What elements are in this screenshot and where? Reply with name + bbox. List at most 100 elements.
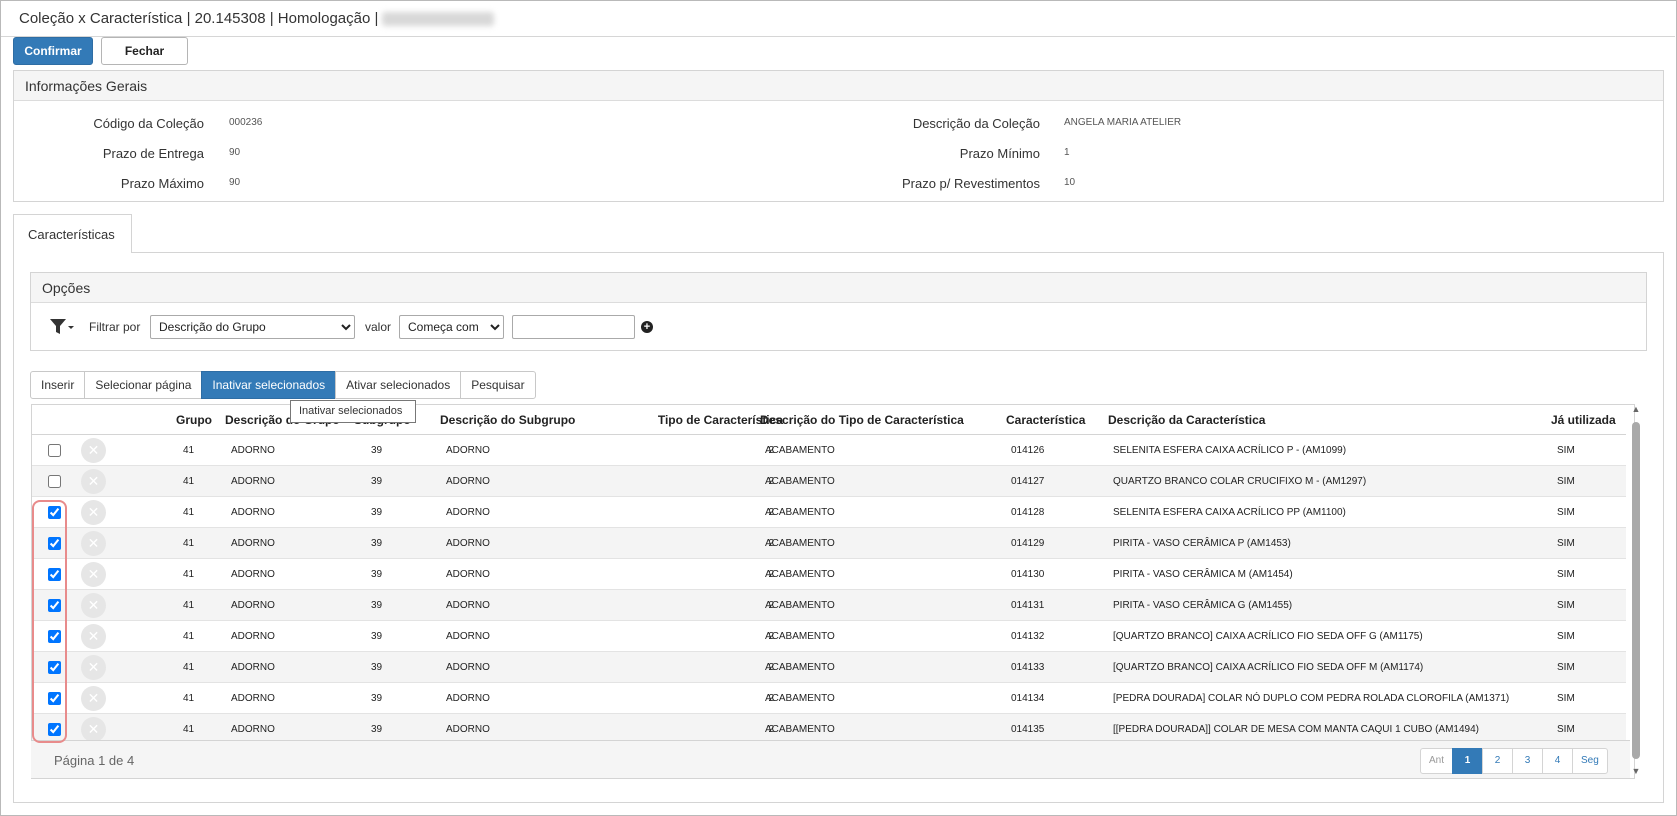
col-desc-tipo[interactable]: Descrição do Tipo de Característica xyxy=(760,413,964,427)
cell-subgrupo: 39 xyxy=(371,445,383,456)
table-row[interactable]: ✕ 41 ADORNO 39 ADORNO 2 ACABAMENTO 014132 [QUART… xyxy=(32,621,1626,652)
cell-desc-caracteristica: [[PEDRA DOURADA]] COLAR DE MESA COM MANT… xyxy=(1113,724,1480,735)
row-checkbox[interactable] xyxy=(48,506,61,519)
cell-caracteristica: 014131 xyxy=(1011,600,1045,611)
cell-subgrupo: 39 xyxy=(371,538,383,549)
operator-select[interactable]: Começa com xyxy=(399,315,504,339)
cell-caracteristica: 014126 xyxy=(1011,445,1045,456)
cell-desc-tipo: ACABAMENTO xyxy=(765,569,835,580)
filter-by-label: Filtrar por xyxy=(89,320,141,334)
deactivate-tooltip: Inativar selecionados xyxy=(290,400,416,423)
max-term-value: 90 xyxy=(229,177,241,188)
add-filter-icon[interactable]: + xyxy=(641,321,653,333)
row-checkbox[interactable] xyxy=(48,661,61,674)
tab-caracteristicas[interactable]: Características xyxy=(13,214,132,253)
cell-ja-utilizada: SIM xyxy=(1557,507,1575,518)
row-checkbox[interactable] xyxy=(48,444,61,457)
col-desc-subgrupo[interactable]: Descrição do Subgrupo xyxy=(440,413,575,427)
remove-row-icon[interactable]: ✕ xyxy=(81,500,106,525)
general-info-title: Informações Gerais xyxy=(25,78,148,94)
value-label: valor xyxy=(365,320,392,334)
grid-scrollbar[interactable]: ▲ ▼ xyxy=(1630,404,1642,779)
table-row[interactable]: ✕ 41 ADORNO 39 ADORNO 2 ACABAMENTO 014134 [PEDRA… xyxy=(32,683,1626,714)
table-row[interactable]: ✕ 41 ADORNO 39 ADORNO 2 ACABAMENTO 014130 PIRITA… xyxy=(32,559,1626,590)
collection-code-label: Código da Coleção xyxy=(93,116,204,131)
row-checkbox[interactable] xyxy=(48,568,61,581)
deactivate-selected-button[interactable]: Inativar selecionados xyxy=(201,371,337,399)
table-row[interactable]: ✕ 41 ADORNO 39 ADORNO 2 ACABAMENTO 014129 PIRITA… xyxy=(32,528,1626,559)
remove-row-icon[interactable]: ✕ xyxy=(81,655,106,680)
remove-row-icon[interactable]: ✕ xyxy=(81,593,106,618)
cell-desc-caracteristica: [QUARTZO BRANCO] CAIXA ACRÍLICO FIO SEDA… xyxy=(1113,662,1424,673)
cell-ja-utilizada: SIM xyxy=(1557,724,1575,735)
row-checkbox[interactable] xyxy=(48,723,61,736)
cell-grupo: 41 xyxy=(183,569,195,580)
remove-row-icon[interactable]: ✕ xyxy=(81,717,106,742)
select-page-button[interactable]: Selecionar página xyxy=(84,371,203,399)
cell-grupo: 41 xyxy=(183,476,195,487)
scroll-thumb[interactable] xyxy=(1632,422,1640,759)
table-row[interactable]: ✕ 41 ADORNO 39 ADORNO 2 ACABAMENTO 014127 QUARTZ… xyxy=(32,466,1626,497)
cell-caracteristica: 014129 xyxy=(1011,538,1045,549)
filter-value-input[interactable] xyxy=(512,315,635,339)
row-checkbox[interactable] xyxy=(48,692,61,705)
col-desc-caracteristica[interactable]: Descrição da Característica xyxy=(1108,413,1265,427)
table-row[interactable]: ✕ 41 ADORNO 39 ADORNO 2 ACABAMENTO 014126 SELENI… xyxy=(32,435,1626,466)
row-checkbox[interactable] xyxy=(48,630,61,643)
cell-desc-grupo: ADORNO xyxy=(231,507,275,518)
page-button-1[interactable]: 1 xyxy=(1452,748,1484,774)
table-row[interactable]: ✕ 41 ADORNO 39 ADORNO 2 ACABAMENTO 014133 [QUART… xyxy=(32,652,1626,683)
cell-desc-tipo: ACABAMENTO xyxy=(765,445,835,456)
col-caracteristica[interactable]: Característica xyxy=(1006,413,1085,427)
remove-row-icon[interactable]: ✕ xyxy=(81,438,106,463)
general-info-panel: Informações Gerais Código da Coleção 000… xyxy=(13,70,1664,202)
row-checkbox[interactable] xyxy=(48,599,61,612)
table-row[interactable]: ✕ 41 ADORNO 39 ADORNO 2 ACABAMENTO 014128 SELENI… xyxy=(32,497,1626,528)
cell-desc-caracteristica: PIRITA - VASO CERÂMICA G (AM1455) xyxy=(1113,600,1293,611)
cell-caracteristica: 014132 xyxy=(1011,631,1045,642)
options-header: Opções xyxy=(31,273,1646,303)
page-info: Página 1 de 4 xyxy=(54,753,135,768)
close-button[interactable]: Fechar xyxy=(101,37,188,65)
remove-row-icon[interactable]: ✕ xyxy=(81,562,106,587)
remove-row-icon[interactable]: ✕ xyxy=(81,469,106,494)
options-panel: Opções Filtrar por Descrição do Grupo va… xyxy=(30,272,1647,351)
col-grupo[interactable]: Grupo xyxy=(176,413,212,427)
next-page-button[interactable]: Seg xyxy=(1572,748,1608,774)
cell-desc-subgrupo: ADORNO xyxy=(446,445,490,456)
page-button-2[interactable]: 2 xyxy=(1482,748,1514,774)
page-button-3[interactable]: 3 xyxy=(1512,748,1544,774)
cell-desc-grupo: ADORNO xyxy=(231,724,275,735)
activate-selected-button[interactable]: Ativar selecionados xyxy=(335,371,462,399)
cell-grupo: 41 xyxy=(183,600,195,611)
general-info-header: Informações Gerais xyxy=(14,71,1663,101)
remove-row-icon[interactable]: ✕ xyxy=(81,686,106,711)
cell-grupo: 41 xyxy=(183,538,195,549)
filter-field-select[interactable]: Descrição do Grupo xyxy=(150,315,355,339)
cell-desc-subgrupo: ADORNO xyxy=(446,538,490,549)
cell-subgrupo: 39 xyxy=(371,693,383,704)
filter-icon[interactable] xyxy=(49,318,75,336)
prev-page-button[interactable]: Ant xyxy=(1420,748,1454,774)
cell-desc-grupo: ADORNO xyxy=(231,445,275,456)
cell-desc-subgrupo: ADORNO xyxy=(446,476,490,487)
row-checkbox[interactable] xyxy=(48,537,61,550)
scroll-up-arrow[interactable]: ▲ xyxy=(1631,404,1641,414)
grid-header: Grupo Descrição do Grupo Subgrupo Descri… xyxy=(32,405,1626,435)
remove-row-icon[interactable]: ✕ xyxy=(81,624,106,649)
cell-grupo: 41 xyxy=(183,724,195,735)
search-button[interactable]: Pesquisar xyxy=(460,371,536,399)
col-ja-utilizada[interactable]: Já utilizada xyxy=(1551,413,1616,427)
row-checkbox[interactable] xyxy=(48,475,61,488)
insert-button[interactable]: Inserir xyxy=(30,371,86,399)
remove-row-icon[interactable]: ✕ xyxy=(81,531,106,556)
cell-grupo: 41 xyxy=(183,662,195,673)
confirm-button[interactable]: Confirmar xyxy=(13,37,93,65)
cell-desc-caracteristica: QUARTZO BRANCO COLAR CRUCIFIXO M - (AM12… xyxy=(1113,476,1367,487)
page-button-4[interactable]: 4 xyxy=(1542,748,1574,774)
scroll-down-arrow[interactable]: ▼ xyxy=(1631,766,1641,776)
table-row[interactable]: ✕ 41 ADORNO 39 ADORNO 2 ACABAMENTO 014131 PIRITA… xyxy=(32,590,1626,621)
cell-desc-grupo: ADORNO xyxy=(231,631,275,642)
cell-subgrupo: 39 xyxy=(371,476,383,487)
delivery-term-label: Prazo de Entrega xyxy=(102,146,204,161)
